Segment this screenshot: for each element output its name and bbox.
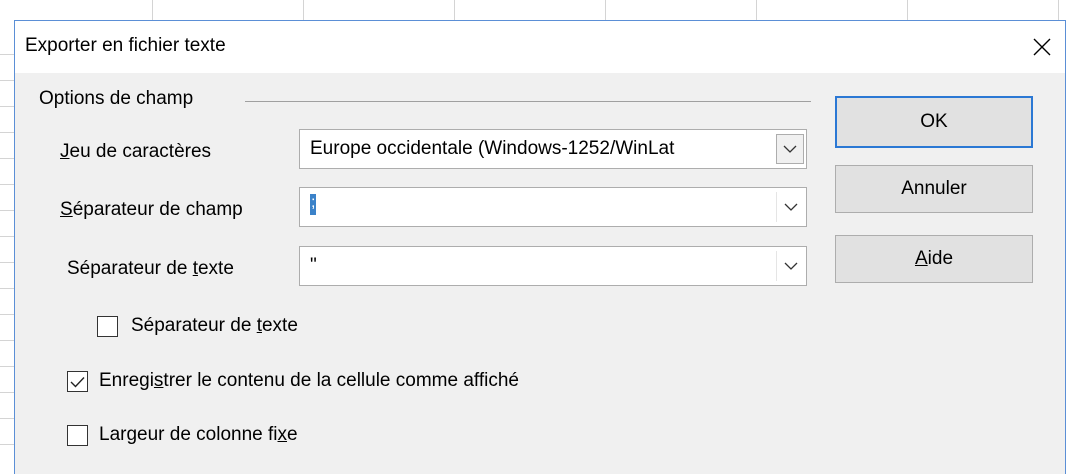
text-separator-checkbox[interactable]	[97, 316, 118, 337]
field-separator-label-text: éparateur de champ	[72, 199, 243, 220]
fixed-width-checkbox[interactable]	[67, 425, 88, 446]
text-separator-label-after: exte	[197, 258, 234, 279]
export-text-dialog: Exporter en fichier texte Options de cha…	[14, 20, 1066, 474]
cb3-label-after: e	[287, 424, 298, 445]
chevron-down-icon	[783, 145, 797, 153]
dialog-title: Exporter en fichier texte	[25, 35, 226, 56]
group-divider	[245, 101, 811, 102]
text-separator-label-before: Séparateur de	[67, 258, 193, 279]
text-separator-dropdown-button[interactable]	[776, 251, 804, 281]
cb3-label-accel: x	[277, 424, 288, 445]
cb1-label-before: Séparateur de	[131, 315, 257, 336]
cb2-label-accel: s	[153, 370, 164, 391]
dialog-titlebar: Exporter en fichier texte	[15, 21, 1065, 73]
text-separator-label: Séparateur de texte	[67, 258, 234, 280]
close-button[interactable]	[1019, 21, 1065, 73]
chevron-down-icon	[784, 203, 797, 211]
text-separator-combo[interactable]: "	[299, 246, 807, 286]
field-separator-char: ;	[311, 194, 316, 211]
cb3-label-before: Largeur de colonne fi	[99, 424, 278, 445]
help-button-label: ide	[927, 248, 954, 269]
group-title: Options de champ	[39, 88, 202, 110]
charset-value: Europe occidentale (Windows-1252/WinLat	[310, 138, 675, 159]
field-separator-dropdown-button[interactable]	[776, 192, 804, 222]
help-button[interactable]: Aide	[835, 235, 1033, 283]
field-separator-value: ;	[310, 194, 316, 216]
cancel-button[interactable]: Annuler	[835, 165, 1033, 213]
charset-label-accel: J	[60, 141, 70, 162]
close-icon	[1033, 38, 1051, 56]
chevron-down-icon	[784, 262, 797, 270]
cb1-label-after: exte	[261, 315, 298, 336]
charset-dropdown-button[interactable]	[776, 134, 804, 164]
cb2-label-before: Enregi	[99, 370, 154, 391]
save-as-shown-label[interactable]: Enregistrer le contenu de la cellule com…	[99, 370, 519, 392]
save-as-shown-checkbox[interactable]	[67, 371, 88, 392]
charset-combo[interactable]: Europe occidentale (Windows-1252/WinLat	[299, 129, 807, 169]
checkmark-icon	[70, 376, 85, 388]
charset-label: Jeu de caractères	[60, 141, 211, 163]
text-separator-value: "	[310, 255, 317, 276]
text-separator-checkbox-label[interactable]: Séparateur de texte	[131, 315, 298, 337]
field-separator-label: Séparateur de champ	[60, 199, 243, 221]
field-separator-label-accel: S	[60, 199, 73, 220]
fixed-width-label[interactable]: Largeur de colonne fixe	[99, 424, 298, 446]
charset-label-text: eu de caractères	[69, 141, 212, 162]
ok-button[interactable]: OK	[835, 96, 1033, 148]
help-button-accel: A	[914, 248, 928, 269]
field-separator-combo[interactable]: ;	[299, 187, 807, 227]
cb2-label-after: trer le contenu de la cellule comme affi…	[163, 370, 519, 391]
